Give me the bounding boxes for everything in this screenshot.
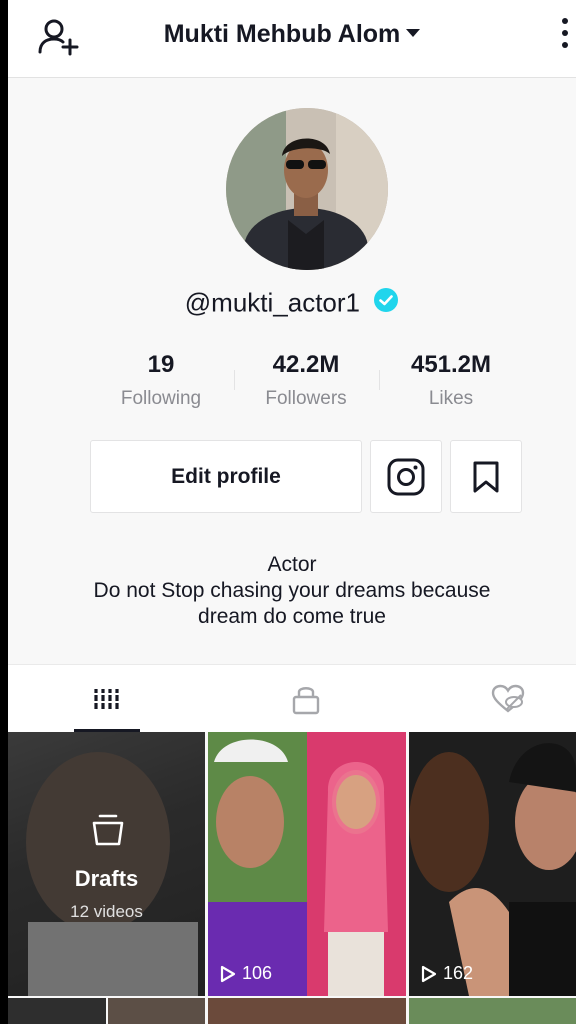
stat-value: 451.2M	[410, 351, 492, 378]
stat-likes[interactable]: 451.2M Likes	[376, 350, 526, 410]
favorites-button[interactable]	[450, 440, 522, 513]
username: @mukti_actor1	[184, 287, 360, 318]
instagram-icon	[387, 458, 425, 495]
drafts-icon	[90, 812, 126, 848]
verified-badge-icon	[373, 287, 399, 313]
drafts-count: 12 videos	[70, 902, 143, 921]
video-tile[interactable]	[208, 998, 406, 1024]
stat-value: 42.2M	[272, 351, 340, 378]
video-tile[interactable]	[108, 998, 205, 1024]
view-count-value: 162	[443, 963, 474, 983]
drafts-overlay	[8, 732, 205, 996]
video-tile[interactable]: 162	[409, 732, 576, 996]
video-grid: Drafts 12 videos 106 162	[8, 732, 576, 1024]
drafts-label: Drafts	[74, 866, 139, 891]
tab-liked[interactable]	[453, 665, 563, 733]
edit-profile-button[interactable]: Edit profile	[90, 440, 362, 513]
lock-icon	[292, 687, 320, 715]
stat-following[interactable]: 19 Following	[86, 350, 236, 410]
stat-label: Following	[120, 388, 202, 409]
bio-line: Do not Stop chasing your dreams because	[93, 579, 491, 602]
profile-screen: Mukti Mehbub Alom @mukti_actor1 19 Follo…	[8, 0, 576, 1024]
top-bar: Mukti Mehbub Alom	[8, 0, 576, 78]
instagram-button[interactable]	[370, 440, 442, 513]
bookmark-icon	[473, 461, 499, 492]
video-tile[interactable]	[409, 998, 576, 1024]
chevron-down-icon	[406, 29, 421, 38]
bio: Actor Do not Stop chasing your dreams be…	[8, 552, 576, 630]
video-thumbnail	[208, 732, 406, 996]
drafts-tile[interactable]: Drafts 12 videos	[8, 732, 205, 996]
view-count-value: 106	[242, 963, 273, 983]
bio-line: dream do come true	[198, 605, 386, 628]
more-vertical-icon[interactable]	[558, 18, 572, 58]
play-icon	[220, 965, 236, 982]
hidden-heart-icon	[491, 684, 525, 713]
avatar[interactable]	[226, 108, 388, 270]
video-thumbnail	[409, 732, 576, 996]
stat-followers[interactable]: 42.2M Followers	[231, 350, 381, 410]
video-tile[interactable]: 106	[208, 732, 406, 996]
tab-private[interactable]	[251, 665, 361, 733]
account-name: Mukti Mehbub Alom	[163, 20, 401, 48]
play-icon	[421, 965, 437, 982]
stat-label: Followers	[265, 388, 347, 409]
tab-videos[interactable]	[52, 665, 162, 733]
username-row: @mukti_actor1	[8, 286, 576, 319]
stat-value: 19	[147, 351, 175, 378]
grid-icon	[94, 689, 120, 709]
content-tabs	[8, 664, 576, 732]
video-tile[interactable]	[8, 998, 106, 1024]
stat-label: Likes	[428, 388, 474, 409]
view-count: 162	[421, 963, 473, 984]
view-count: 106	[220, 963, 272, 984]
account-switcher[interactable]: Mukti Mehbub Alom	[8, 20, 576, 49]
bio-title: Actor	[267, 553, 317, 576]
